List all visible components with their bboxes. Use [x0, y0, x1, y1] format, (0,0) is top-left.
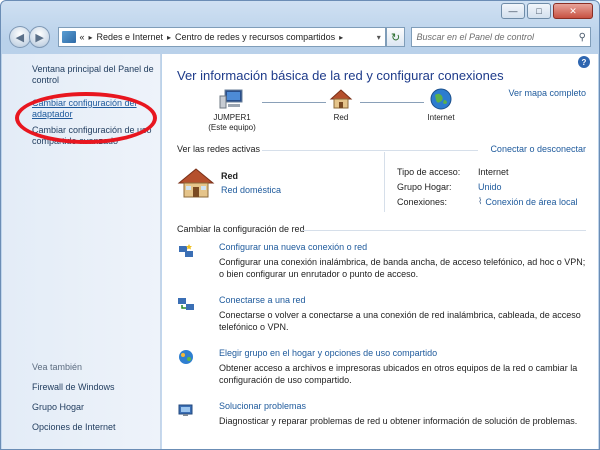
address-bar[interactable]: « ▸ Redes e Internet ▸ Centro de redes y… — [58, 27, 386, 47]
property-row: Tipo de acceso: Internet — [397, 164, 577, 179]
map-node-network[interactable]: Red — [321, 88, 361, 123]
lan-connection-icon: ⌇ — [478, 196, 483, 206]
task-homegroup: Elegir grupo en el hogar y opciones de u… — [177, 348, 587, 386]
firewall-link[interactable]: Firewall de Windows — [32, 382, 116, 393]
map-node-label: JUMPER1 — [213, 113, 251, 122]
property-row: Conexiones: ⌇ Conexión de área local — [397, 194, 577, 209]
advanced-sharing-link[interactable]: Cambiar configuración de uso compartido … — [32, 125, 154, 147]
help-icon[interactable]: ? — [578, 56, 590, 68]
address-overflow-icon[interactable]: « — [79, 32, 84, 42]
task-description: Obtener acceso a archivos e impresoras u… — [219, 363, 578, 385]
map-connector — [360, 102, 424, 103]
computer-icon — [219, 89, 243, 109]
property-key: Conexiones: — [397, 196, 448, 207]
forward-arrow-icon: ▶ — [35, 31, 44, 44]
section-divider — [262, 150, 478, 151]
connect-disconnect-link[interactable]: Conectar o desconectar — [490, 144, 586, 154]
breadcrumb-separator-icon: ▸ — [339, 32, 344, 42]
window: — □ ✕ ◀ ▶ « ▸ Redes e Internet ▸ Centro … — [0, 0, 600, 450]
section-divider — [302, 230, 586, 231]
maximize-button[interactable]: □ — [527, 3, 551, 19]
task-description: Configurar una conexión inalámbrica, de … — [219, 257, 586, 279]
task-description: Diagnosticar y reparar problemas de red … — [219, 416, 578, 426]
breadcrumb-separator-icon: ▸ — [167, 32, 172, 42]
forward-button[interactable]: ▶ — [28, 26, 51, 48]
task-description: Conectarse o volver a conectarse a una c… — [219, 310, 581, 332]
back-button[interactable]: ◀ — [9, 26, 31, 48]
view-full-map-link[interactable]: Ver mapa completo — [508, 88, 586, 98]
property-value: Internet — [478, 166, 509, 177]
house-icon — [177, 168, 215, 198]
internet-options-link[interactable]: Opciones de Internet — [32, 422, 116, 433]
task-title-link[interactable]: Elegir grupo en el hogar y opciones de u… — [219, 348, 437, 358]
map-node-computer[interactable]: JUMPER1 (Este equipo) — [207, 88, 257, 133]
change-settings-label: Cambiar la configuración de red — [177, 224, 305, 234]
globe-icon — [430, 88, 452, 110]
breadcrumb-item[interactable]: Centro de redes y recursos compartidos — [175, 32, 335, 42]
breadcrumb-item[interactable]: Redes e Internet — [96, 32, 163, 42]
refresh-icon: ↻ — [390, 31, 401, 44]
map-node-internet[interactable]: Internet — [421, 88, 461, 123]
house-icon — [329, 89, 353, 109]
back-arrow-icon: ◀ — [15, 31, 25, 44]
property-row: Grupo Hogar: Unido — [397, 179, 577, 194]
network-name: Red — [221, 171, 239, 181]
map-node-label: Red — [333, 113, 349, 122]
troubleshoot-icon — [178, 404, 193, 416]
caption-buttons: — □ ✕ — [501, 3, 593, 19]
map-node-label: Internet — [427, 113, 455, 122]
navigation-bar: ◀ ▶ « ▸ Redes e Internet ▸ Centro de red… — [9, 25, 591, 49]
network-type-link[interactable]: Red doméstica — [221, 185, 281, 195]
homegroup-link[interactable]: Grupo Hogar — [32, 402, 116, 413]
new-connection-icon — [179, 244, 193, 257]
homegroup-status-link[interactable]: Unido — [478, 182, 502, 192]
minimize-button[interactable]: — — [501, 3, 525, 19]
map-connector — [262, 102, 326, 103]
active-networks-label: Ver las redes activas — [177, 144, 261, 154]
control-panel-home-link[interactable]: Ventana principal del Panel de control — [32, 64, 154, 86]
connect-network-icon — [178, 298, 194, 310]
task-connect-network: Conectarse a una red Conectarse o volver… — [177, 295, 587, 333]
homegroup-icon — [179, 350, 193, 364]
search-placeholder: Buscar en el Panel de control — [416, 32, 535, 42]
task-title-link[interactable]: Conectarse a una red — [219, 295, 306, 305]
see-also-section: Vea también Firewall de Windows Grupo Ho… — [32, 362, 116, 442]
task-title-link[interactable]: Solucionar problemas — [219, 401, 306, 411]
task-troubleshoot: Solucionar problemas Diagnosticar y repa… — [177, 401, 587, 427]
page-title: Ver información básica de la red y confi… — [177, 68, 504, 83]
network-properties: Tipo de acceso: Internet Grupo Hogar: Un… — [397, 164, 577, 209]
property-key: Tipo de acceso: — [397, 166, 461, 177]
breadcrumb-separator-icon: ▸ — [88, 32, 93, 42]
search-input[interactable]: Buscar en el Panel de control ⚲ — [411, 27, 591, 47]
see-also-label: Vea también — [32, 362, 83, 372]
map-node-sublabel: (Este equipo) — [208, 123, 256, 132]
task-new-connection: Configurar una nueva conexión o red Conf… — [177, 242, 587, 280]
change-adapter-settings-link[interactable]: Cambiar configuración del adaptador — [32, 98, 154, 120]
task-title-link[interactable]: Configurar una nueva conexión o red — [219, 242, 367, 252]
property-key: Grupo Hogar: — [397, 181, 452, 192]
control-panel-icon — [62, 31, 77, 43]
refresh-button[interactable]: ↻ — [385, 27, 406, 47]
search-icon[interactable]: ⚲ — [579, 32, 586, 43]
close-button[interactable]: ✕ — [553, 3, 593, 19]
main-pane: ? Ver información básica de la red y con… — [162, 54, 598, 449]
address-dropdown-icon[interactable]: ▾ — [373, 33, 385, 42]
left-pane: Ventana principal del Panel de control C… — [2, 54, 161, 449]
local-connection-link[interactable]: Conexión de área local — [485, 197, 577, 207]
vertical-divider — [384, 152, 385, 212]
